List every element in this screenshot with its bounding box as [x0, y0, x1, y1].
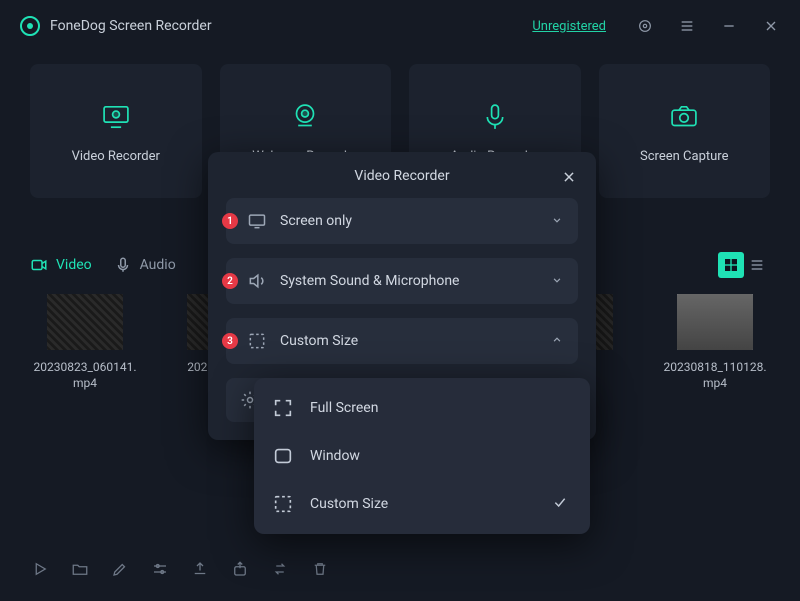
tab-label: Video — [56, 257, 92, 273]
chevron-down-icon — [550, 272, 564, 291]
bottom-toolbar — [30, 559, 330, 579]
fullscreen-icon — [272, 397, 294, 419]
file-name: 20230818_110128.mp4 — [660, 360, 770, 391]
step-badge-2: 2 — [222, 273, 238, 289]
size-option-custom[interactable]: Custom Size — [254, 480, 590, 528]
chevron-down-icon — [550, 212, 564, 231]
option-label: Window — [310, 448, 360, 464]
settings-gear-icon[interactable] — [634, 15, 656, 37]
size-dropdown: Full Screen Window Custom Size — [254, 378, 590, 534]
tab-video[interactable]: Video — [30, 256, 92, 274]
size-option-window[interactable]: Window — [254, 432, 590, 480]
modal-header: Video Recorder — [226, 168, 578, 184]
option-label: Full Screen — [310, 400, 378, 416]
play-icon[interactable] — [30, 559, 50, 579]
folder-icon[interactable] — [70, 559, 90, 579]
size-option-fullscreen[interactable]: Full Screen — [254, 384, 590, 432]
tab-label: Audio — [140, 257, 176, 273]
microphone-icon — [477, 99, 513, 135]
setting-audio-row[interactable]: 2 System Sound & Microphone — [226, 258, 578, 304]
convert-icon[interactable] — [270, 559, 290, 579]
app-logo-icon — [20, 16, 40, 36]
setting-label: Custom Size — [280, 333, 538, 349]
unregistered-link[interactable]: Unregistered — [532, 19, 606, 34]
mode-screen-capture[interactable]: Screen Capture — [599, 64, 771, 198]
upload-icon[interactable] — [190, 559, 210, 579]
sliders-icon[interactable] — [150, 559, 170, 579]
trash-icon[interactable] — [310, 559, 330, 579]
file-name: 20230823_060141.mp4 — [30, 360, 140, 391]
edit-icon[interactable] — [110, 559, 130, 579]
monitor-record-icon — [98, 99, 134, 135]
file-item[interactable]: 20230818_110128.mp4 — [660, 294, 770, 434]
app-title: FoneDog Screen Recorder — [50, 18, 212, 34]
mode-label: Video Recorder — [72, 149, 160, 164]
tab-audio[interactable]: Audio — [114, 256, 176, 274]
mode-video-recorder[interactable]: Video Recorder — [30, 64, 202, 198]
close-icon[interactable] — [760, 15, 782, 37]
file-item[interactable]: 20230823_060141.mp4 — [30, 294, 140, 434]
marquee-icon — [246, 330, 268, 352]
marquee-icon — [272, 493, 294, 515]
minimize-icon[interactable] — [718, 15, 740, 37]
webcam-icon — [287, 99, 323, 135]
view-toggle — [718, 252, 770, 278]
modal-title: Video Recorder — [354, 168, 449, 184]
window-icon — [272, 445, 294, 467]
menu-icon[interactable] — [676, 15, 698, 37]
option-label: Custom Size — [310, 496, 388, 512]
mode-label: Screen Capture — [640, 149, 728, 164]
checkmark-icon — [552, 494, 568, 514]
setting-source-row[interactable]: 1 Screen only — [226, 198, 578, 244]
view-grid-icon[interactable] — [718, 252, 744, 278]
file-thumbnail — [677, 294, 753, 350]
setting-label: Screen only — [280, 213, 538, 229]
share-icon[interactable] — [230, 559, 250, 579]
setting-size-row[interactable]: 3 Custom Size — [226, 318, 578, 364]
speaker-icon — [246, 270, 268, 292]
modal-close-icon[interactable] — [558, 166, 580, 188]
setting-label: System Sound & Microphone — [280, 273, 538, 289]
file-thumbnail — [47, 294, 123, 350]
camera-icon — [666, 99, 702, 135]
view-list-icon[interactable] — [744, 252, 770, 278]
app-window: FoneDog Screen Recorder Unregistered Vid… — [0, 0, 800, 601]
monitor-icon — [246, 210, 268, 232]
step-badge-3: 3 — [222, 333, 238, 349]
chevron-up-icon — [550, 332, 564, 351]
step-badge-1: 1 — [222, 213, 238, 229]
titlebar: FoneDog Screen Recorder Unregistered — [0, 0, 800, 52]
